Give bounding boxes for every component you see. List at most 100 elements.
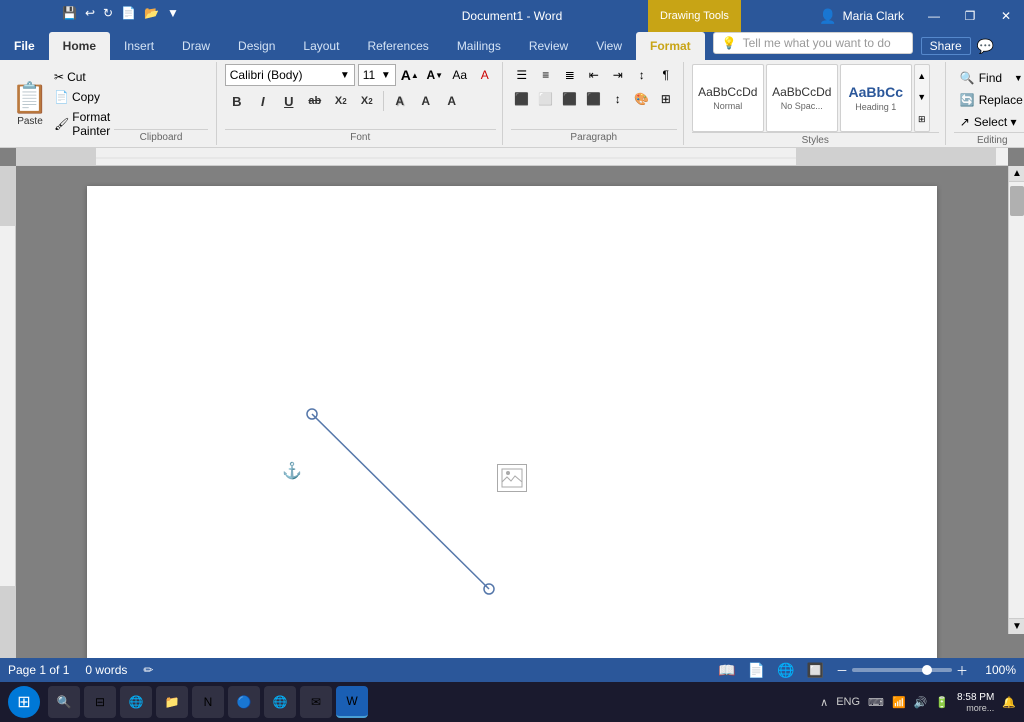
underline-button[interactable]: U <box>277 90 301 112</box>
tray-up-arrow[interactable]: ∧ <box>820 696 828 709</box>
line-spacing-button[interactable]: ↕ <box>607 88 629 110</box>
font-grow-button[interactable]: A▲ <box>399 64 421 86</box>
tab-references[interactable]: References <box>353 32 442 60</box>
bold-button[interactable]: B <box>225 90 249 112</box>
document-page: ⚓ <box>87 186 937 658</box>
taskbar-ie[interactable]: 🌐 <box>264 686 296 718</box>
clipboard-label: Clipboard <box>114 129 208 143</box>
tray-clock[interactable]: 8:58 PM more... <box>957 692 994 713</box>
close-button[interactable]: ✕ <box>992 2 1020 30</box>
tray-keyboard[interactable]: ⌨ <box>868 696 884 709</box>
zoom-out-button[interactable]: － <box>836 662 848 679</box>
style-no-spacing[interactable]: AaBbCcDd No Spac... <box>766 64 838 132</box>
tab-design[interactable]: Design <box>224 32 289 60</box>
tray-wifi[interactable]: 📶 <box>892 696 906 709</box>
cut-button[interactable]: ✂Cut <box>50 68 114 86</box>
superscript-button[interactable]: X2 <box>355 90 379 112</box>
align-right-button[interactable]: ⬛ <box>559 88 581 110</box>
multilevel-list-button[interactable]: ≣ <box>559 64 581 86</box>
start-button[interactable]: ⊞ <box>8 686 40 718</box>
change-case-button[interactable]: Aa <box>449 64 471 86</box>
save-button[interactable]: 💾 <box>60 4 79 22</box>
open-button[interactable]: 📂 <box>142 4 161 22</box>
subscript-button[interactable]: X2 <box>329 90 353 112</box>
find-button[interactable]: 🔍 Find ▼ <box>954 68 1024 88</box>
clipboard-small-buttons: ✂Cut 📄Copy 🖌Format Painter <box>50 64 114 143</box>
replace-button[interactable]: 🔄 Replace <box>954 90 1024 110</box>
tab-format[interactable]: Format <box>636 32 705 60</box>
justify-button[interactable]: ⬛ <box>583 88 605 110</box>
zoom-slider[interactable]: － ＋ <box>836 662 968 679</box>
copy-button[interactable]: 📄Copy <box>50 88 114 106</box>
highlight-button[interactable]: A <box>414 90 438 112</box>
share-button[interactable]: Share <box>921 37 971 55</box>
align-left-button[interactable]: ⬛ <box>511 88 533 110</box>
tell-me-input[interactable]: 💡 Tell me what you want to do <box>713 32 913 54</box>
new-button[interactable]: 📄 <box>119 4 138 22</box>
taskbar-file-explorer[interactable]: 📁 <box>156 686 188 718</box>
text-effects-button[interactable]: A <box>388 90 412 112</box>
numbering-button[interactable]: ≡ <box>535 64 557 86</box>
view-web-button[interactable]: 🌐 <box>777 662 794 679</box>
format-painter-button[interactable]: 🖌Format Painter <box>50 108 114 140</box>
edit-mode-icon[interactable]: ✏ <box>143 663 153 677</box>
title-bar: 💾 ↩ ↻ 📄 📂 ▼ Drawing Tools Document1 - Wo… <box>0 0 1024 32</box>
sort-button[interactable]: ↕ <box>631 64 653 86</box>
tab-insert[interactable]: Insert <box>110 32 168 60</box>
taskbar-chrome[interactable]: 🔵 <box>228 686 260 718</box>
paragraph-group: ☰ ≡ ≣ ⇤ ⇥ ↕ ¶ ⬛ ⬜ ⬛ ⬛ ↕ 🎨 ⊞ Paragraph <box>505 62 684 145</box>
focus-mode-button[interactable]: 🔲 <box>807 662 824 679</box>
tab-draw[interactable]: Draw <box>168 32 224 60</box>
scroll-up-button[interactable]: ▲ <box>1009 166 1024 182</box>
tray-notifications[interactable]: 🔔 <box>1002 696 1016 709</box>
increase-indent-button[interactable]: ⇥ <box>607 64 629 86</box>
borders-button[interactable]: ⊞ <box>655 88 677 110</box>
tab-home[interactable]: Home <box>49 32 110 60</box>
comment-button[interactable]: 💬 <box>975 36 996 57</box>
shading-button[interactable]: 🎨 <box>631 88 653 110</box>
taskbar-search[interactable]: 🔍 <box>48 686 80 718</box>
zoom-level[interactable]: 100% <box>980 663 1016 677</box>
paste-button[interactable]: 📋 Paste <box>10 64 50 143</box>
select-button[interactable]: ↗ Select ▾ <box>954 112 1024 132</box>
font-size-select[interactable]: 11 ▼ <box>358 64 396 86</box>
bullets-button[interactable]: ☰ <box>511 64 533 86</box>
more-qa-button[interactable]: ▼ <box>165 4 181 22</box>
style-normal[interactable]: AaBbCcDd Normal <box>692 64 764 132</box>
font-shrink-button[interactable]: A▼ <box>424 64 446 86</box>
font-color-button[interactable]: A <box>440 90 464 112</box>
taskbar-edge[interactable]: 🌐 <box>120 686 152 718</box>
vertical-scrollbar[interactable]: ▲ ▼ <box>1008 166 1024 634</box>
scroll-down-button[interactable]: ▼ <box>1009 618 1024 634</box>
tab-mailings[interactable]: Mailings <box>443 32 515 60</box>
style-heading1[interactable]: AaBbCc Heading 1 <box>840 64 912 132</box>
taskbar-netflix[interactable]: N <box>192 686 224 718</box>
scroll-thumb[interactable] <box>1010 186 1024 216</box>
tray-lang[interactable]: ENG <box>836 696 860 708</box>
view-reading-button[interactable]: 📖 <box>718 662 735 679</box>
decrease-indent-button[interactable]: ⇤ <box>583 64 605 86</box>
tray-volume[interactable]: 🔊 <box>914 696 928 709</box>
tab-view[interactable]: View <box>582 32 636 60</box>
tab-layout[interactable]: Layout <box>289 32 353 60</box>
view-print-button[interactable]: 📄 <box>748 662 765 679</box>
restore-button[interactable]: ❐ <box>956 2 984 30</box>
align-center-button[interactable]: ⬜ <box>535 88 557 110</box>
taskbar-task-view[interactable]: ⊟ <box>84 686 116 718</box>
taskbar-mail[interactable]: ✉ <box>300 686 332 718</box>
italic-button[interactable]: I <box>251 90 275 112</box>
tab-review[interactable]: Review <box>515 32 582 60</box>
redo-button[interactable]: ↻ <box>101 4 115 22</box>
minimize-button[interactable]: — <box>920 2 948 30</box>
status-bar-right: 📖 📄 🌐 🔲 － ＋ 100% <box>718 662 1016 679</box>
tab-file[interactable]: File <box>0 32 49 60</box>
taskbar-word[interactable]: W <box>336 686 368 718</box>
clear-formatting-button[interactable]: A <box>474 64 496 86</box>
font-family-select[interactable]: Calibri (Body) ▼ <box>225 64 355 86</box>
zoom-in-button[interactable]: ＋ <box>956 662 968 679</box>
show-formatting-button[interactable]: ¶ <box>655 64 677 86</box>
undo-button[interactable]: ↩ <box>83 4 97 22</box>
strikethrough-button[interactable]: ab <box>303 90 327 112</box>
styles-scroll[interactable]: ▲ ▼ ⊞ <box>914 64 930 132</box>
tray-battery[interactable]: 🔋 <box>935 696 949 709</box>
